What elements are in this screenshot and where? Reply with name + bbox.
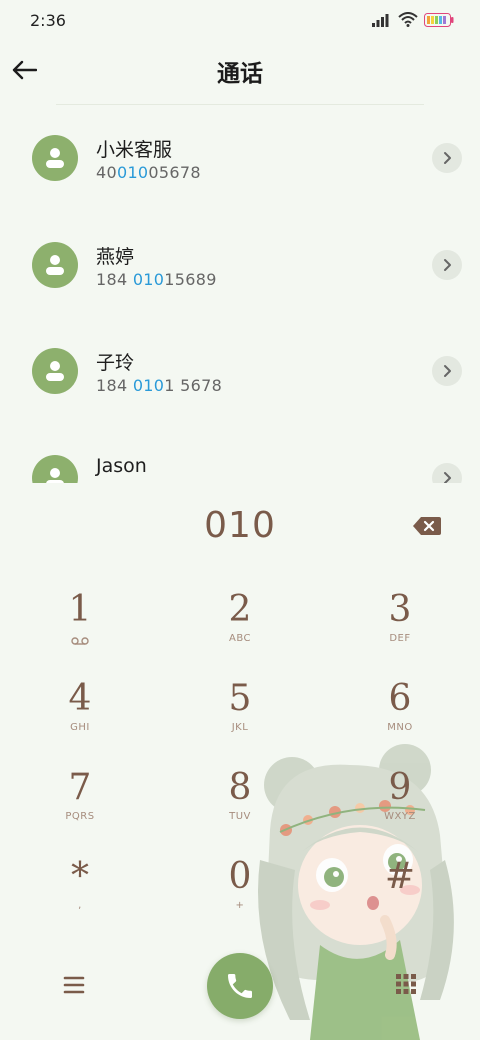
contact-name: 子玲: [96, 352, 135, 374]
contact-detail-button[interactable]: [432, 143, 462, 173]
phone-icon: [228, 974, 252, 998]
person-icon: [46, 255, 64, 275]
key-star[interactable]: *,: [20, 857, 140, 937]
key-8[interactable]: 8 TUV: [180, 768, 300, 848]
key-1[interactable]: 1: [20, 590, 140, 670]
person-icon: [46, 361, 64, 381]
matched-digits: 010: [132, 376, 165, 395]
status-bar: 2:36: [0, 0, 480, 42]
key-3[interactable]: 3 DEF: [340, 590, 460, 670]
contact-list: 小米客服 4001005678 燕婷 184 01015689 子玲 184 0…: [0, 105, 480, 483]
dial-input-area: 010: [0, 495, 480, 565]
matched-digits: 010: [116, 163, 149, 182]
contact-name: Jason: [96, 455, 147, 477]
contact-row[interactable]: 小米客服 4001005678: [0, 135, 480, 235]
key-9[interactable]: 9 WXYZ: [340, 768, 460, 848]
contact-row[interactable]: Jason: [0, 455, 480, 483]
contact-number: 4001005678: [96, 163, 201, 182]
person-icon: [46, 468, 64, 483]
avatar: [32, 135, 78, 181]
avatar: [32, 348, 78, 394]
contact-row[interactable]: 子玲 184 0101 5678: [0, 348, 480, 448]
bottom-bar: [0, 950, 480, 1025]
delete-button[interactable]: [412, 515, 442, 537]
chevron-right-icon: [444, 152, 451, 164]
contact-row[interactable]: 燕婷 184 01015689: [0, 242, 480, 342]
keypad-toggle-button[interactable]: [394, 972, 418, 998]
chevron-right-icon: [444, 472, 451, 483]
status-time: 2:36: [30, 11, 66, 30]
dial-input[interactable]: 010: [0, 505, 480, 546]
key-0[interactable]: 0 +: [180, 857, 300, 937]
avatar: [32, 242, 78, 288]
contact-name: 小米客服: [96, 139, 173, 161]
battery-icon: [424, 12, 454, 27]
backspace-icon: [413, 517, 441, 535]
wifi-icon: [398, 12, 418, 27]
chevron-right-icon: [444, 259, 451, 271]
contact-detail-button[interactable]: [432, 250, 462, 280]
contact-number: 184 0101 5678: [96, 376, 223, 395]
contact-number: 184 01015689: [96, 270, 217, 289]
menu-icon: [63, 976, 85, 994]
dial-keypad: 1 2 ABC 3 DEF 4 GHI 5 JKL 6 MNO 7 PQRS 8 TUV 9W…: [0, 590, 480, 945]
contact-detail-button[interactable]: [432, 463, 462, 483]
key-hash[interactable]: #: [340, 857, 460, 937]
key-2[interactable]: 2 ABC: [180, 590, 300, 670]
key-6[interactable]: 6 MNO: [340, 679, 460, 759]
avatar: [32, 455, 78, 483]
status-icons: [372, 12, 454, 27]
key-7[interactable]: 7 PQRS: [20, 768, 140, 848]
header: 通话: [0, 48, 480, 92]
person-icon: [46, 148, 64, 168]
voicemail-icon: [71, 637, 89, 645]
keypad-icon: [396, 974, 416, 994]
signal-icon: [372, 13, 389, 27]
key-5[interactable]: 5 JKL: [180, 679, 300, 759]
page-title: 通话: [217, 61, 263, 87]
key-4[interactable]: 4 GHI: [20, 679, 140, 759]
contact-detail-button[interactable]: [432, 356, 462, 386]
matched-digits: 010: [132, 270, 165, 289]
menu-button[interactable]: [56, 970, 92, 1000]
contact-name: 燕婷: [96, 246, 135, 268]
call-button[interactable]: [207, 953, 273, 1019]
chevron-right-icon: [444, 365, 451, 377]
